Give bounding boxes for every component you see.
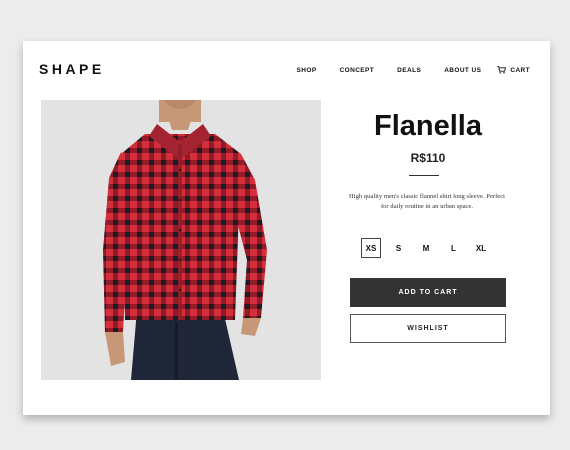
size-option-m[interactable]: M xyxy=(416,238,436,258)
cart-icon xyxy=(497,66,507,74)
add-to-cart-button[interactable]: ADD TO CART xyxy=(350,278,506,307)
nav-item-deals[interactable]: DEALS xyxy=(397,67,421,74)
size-selector: XS S M L XL xyxy=(361,238,499,258)
product-price: R$110 xyxy=(410,151,446,165)
product-photo-illustration xyxy=(103,100,267,380)
nav-item-shop[interactable]: SHOP xyxy=(297,67,317,74)
title-divider xyxy=(409,175,439,176)
product-title: Flanella xyxy=(374,110,482,142)
product-description: High quality men's classic flannel shirt… xyxy=(349,193,505,210)
size-option-xs[interactable]: XS xyxy=(361,238,381,258)
cart-label: CART xyxy=(510,66,530,74)
product-image xyxy=(41,100,321,380)
nav-item-about-us[interactable]: ABOUT US xyxy=(444,67,481,74)
size-option-xl[interactable]: XL xyxy=(471,238,491,258)
product-card: SHAPE SHOP CONCEPT DEALS ABOUT US CART F… xyxy=(23,41,550,415)
brand-logo[interactable]: SHAPE xyxy=(39,61,105,77)
size-option-l[interactable]: L xyxy=(444,238,464,258)
size-option-s[interactable]: S xyxy=(389,238,409,258)
nav-item-concept[interactable]: CONCEPT xyxy=(340,67,375,74)
main-nav: SHOP CONCEPT DEALS ABOUT US CART xyxy=(274,66,530,74)
wishlist-button[interactable]: WISHLIST xyxy=(350,314,506,343)
nav-cart[interactable]: CART xyxy=(497,66,530,74)
